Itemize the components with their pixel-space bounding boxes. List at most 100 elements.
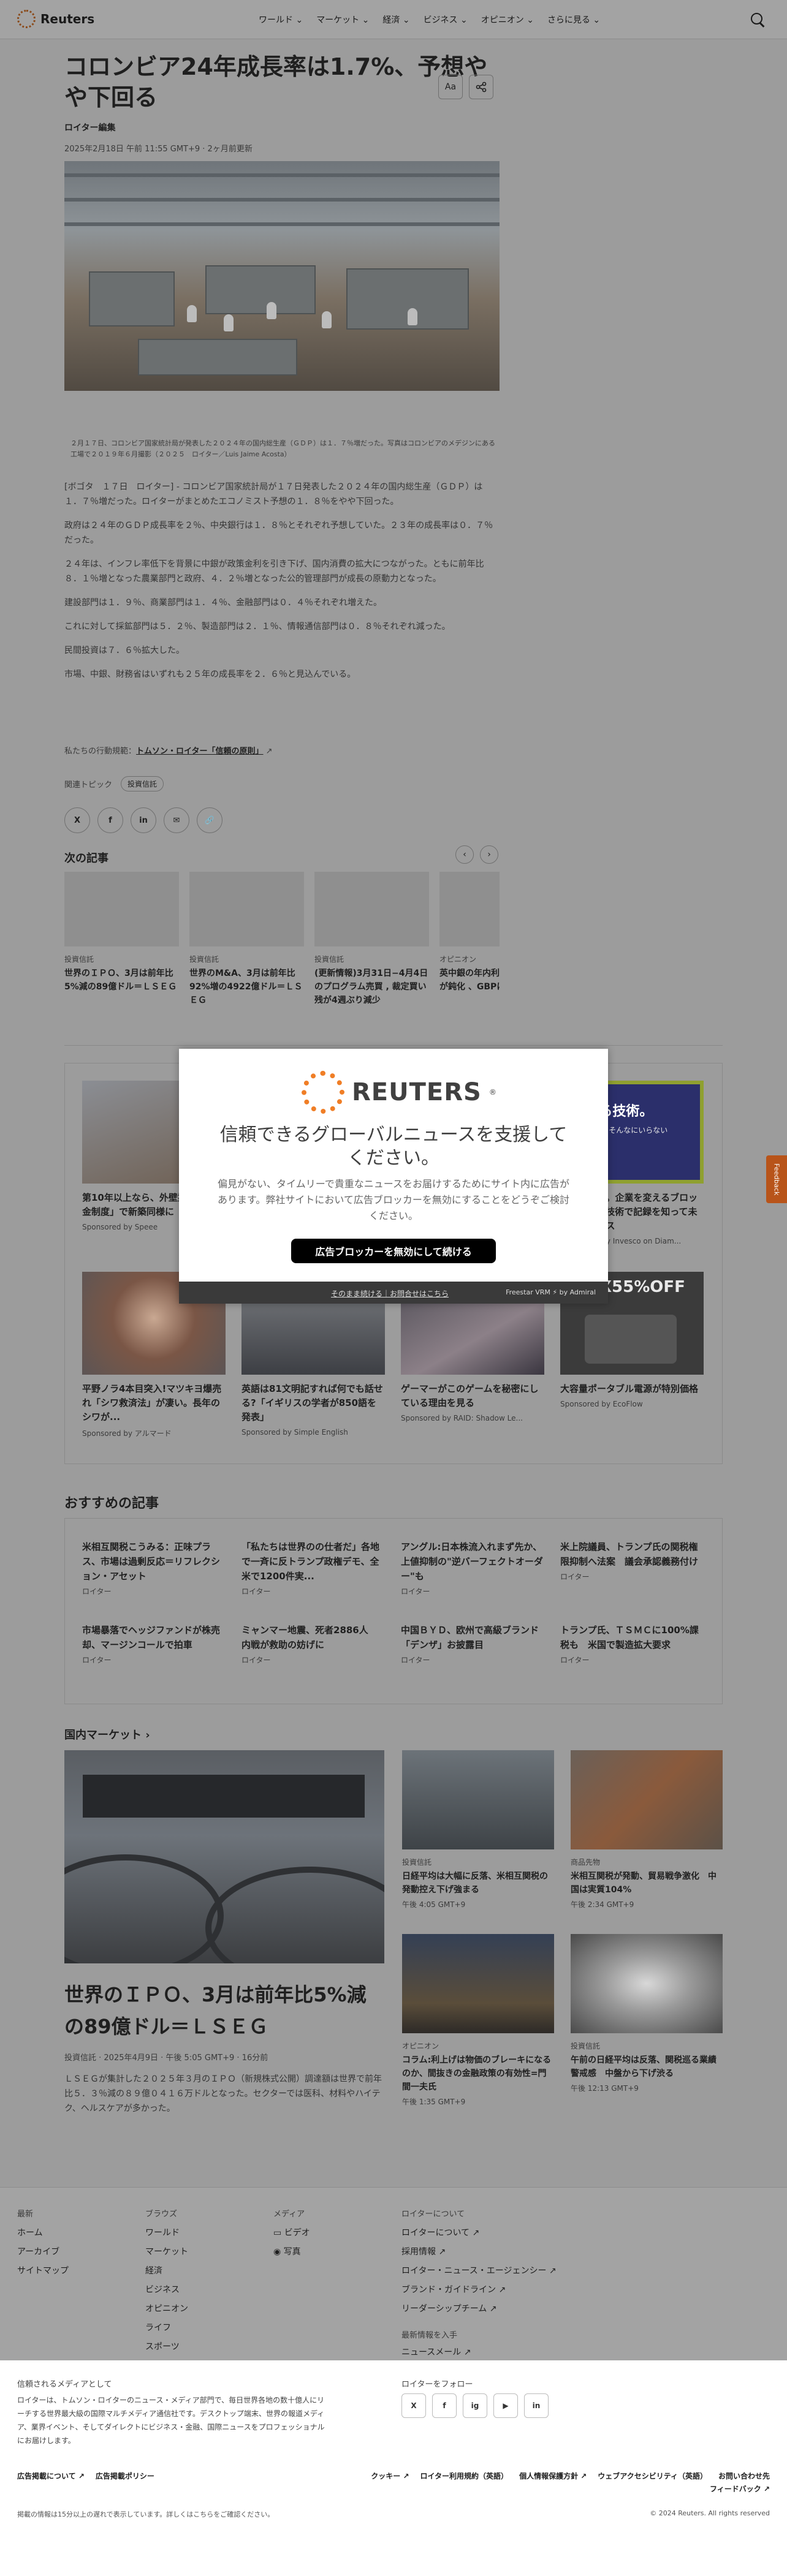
recommended-item[interactable]: 中国ＢＹＤ、欧州で高級ブランド「デンザ」お披露目 ロイター [401, 1623, 544, 1665]
nav-item-opinion[interactable]: オピニオン ⌄ [481, 13, 534, 26]
delay-notice: 掲載の情報は15分以上の遅れで表示しています。詳しくはこちらをご確認ください。 [17, 2510, 275, 2518]
market-card[interactable]: 投資信託 午前の日経平均は反落、関税巡る業績警戒感 中盤から下げ渋る 午後 12… [571, 1934, 723, 2093]
footer-link[interactable]: マーケット [145, 2243, 188, 2262]
article-hero-image[interactable] [64, 161, 500, 391]
article-author[interactable]: ロイター編集 [64, 121, 500, 134]
footer-legal-link[interactable]: 広告掲載ポリシー [96, 2471, 154, 2481]
footer-link[interactable]: ▭ ビデオ [273, 2224, 310, 2243]
next-article-card[interactable]: 投資信託 世界のM&A、3月は前年比92%増の4922億ドル＝ＬＳＥＧ [189, 872, 304, 1013]
footer-follow-heading: ロイターをフォロー [401, 2380, 473, 2389]
next-article-thumbnail [314, 872, 429, 946]
video-icon: ▭ [273, 2228, 284, 2238]
footer-legal-link[interactable]: クッキー ↗ [371, 2471, 409, 2481]
footer-link[interactable]: スポーツ [145, 2338, 188, 2357]
email-share-icon[interactable]: ✉ [164, 807, 189, 833]
carousel-controls: ‹ › [455, 845, 498, 864]
market-card-image [571, 1934, 723, 2033]
recommended-item[interactable]: トランプ氏、ＴＳＭＣに100%課税も 米国で製造拡大要求 ロイター [560, 1623, 704, 1665]
footer-column-browse: ブラウズ ワールド マーケット 経済 ビジネス オピニオン ライフ スポーツ [145, 2205, 188, 2357]
market-card-image [402, 1934, 554, 2033]
recommended-title: おすすめの記事 [64, 1496, 159, 1511]
text-size-button[interactable]: Aa [438, 75, 463, 99]
nav-item-more[interactable]: さらに見る ⌄ [547, 13, 600, 26]
modal-subtext: 偏見がない、タイムリーで貴重なニュースをお届けするためにサイト内に広告があります… [217, 1178, 570, 1222]
footer-link[interactable]: 経済 [145, 2262, 188, 2281]
footer-link[interactable]: ◉ 写真 [273, 2243, 310, 2262]
footer-legal-link[interactable]: 個人情報保護方針 ↗ [519, 2471, 587, 2481]
share-bar: X f in ✉ 🔗 [64, 807, 222, 833]
market-card[interactable]: 投資信託 日経平均は大幅に反落、米相互関税の発動控え下げ強まる 午後 4:05 … [402, 1750, 554, 1909]
footer-legal-link[interactable]: 広告掲載について ↗ [17, 2471, 85, 2481]
footer-link[interactable]: ブランド・ガイドライン ↗ [401, 2281, 557, 2300]
article-header: コロンビア24年成長率は1.7%、予想やや下回る ロイター編集 2025年2月1… [64, 51, 500, 154]
footer-legal-link[interactable]: お問い合わせ先 [718, 2471, 770, 2481]
article-paragraph: 建設部門は１．９％、商業部門は１．４％、金融部門は０．４％それぞれ増えた。 [64, 598, 382, 608]
recommended-item[interactable]: 「私たちは世界のの仕者だ」各地で一斉に反トランプ政権デモ、全米で1200件実..… [241, 1539, 385, 1596]
social-links: X f ig ▶ in [401, 2393, 549, 2418]
markets-section-title[interactable]: 国内マーケット › [64, 1726, 150, 1742]
footer-legal-link[interactable]: フィードバック ↗ [710, 2483, 770, 2494]
recommended-item[interactable]: 市場暴落でヘッジファンドが株売却、マージンコールで拍車 ロイター [82, 1623, 226, 1665]
footer-column-latest: 最新 ホーム アーカイブ サイトマップ [17, 2205, 69, 2281]
footer-link[interactable]: アーカイブ [17, 2243, 69, 2262]
recommended-item[interactable]: アングル:日本株流入れまず先か、上値抑制の"逆バーフェクトオーダー"も ロイター [401, 1539, 544, 1596]
market-card[interactable]: 商品先物 米相互関税が発動、貿易戦争激化 中国は実質104% 午後 2:34 G… [571, 1750, 723, 1909]
footer-link[interactable]: ワールド [145, 2224, 188, 2243]
disable-adblock-button[interactable]: 広告ブロッカーを無効にして続ける [291, 1239, 496, 1263]
footer-link[interactable]: サイトマップ [17, 2262, 69, 2281]
next-article-card[interactable]: 投資信託 (更新情報)3月31日−4月4日のプログラム売買 , 裁定買い残が4週… [314, 872, 429, 1013]
related-topics: 関連トピック 投資信託 [64, 776, 164, 791]
footer-link[interactable]: ロイター・ニュース・エージェンシー ↗ [401, 2262, 557, 2281]
modal-footer-links[interactable]: そのまま続ける｜お問合せはこちら [331, 1288, 449, 1299]
newsletter-link[interactable]: ニュースメール ↗ [401, 2346, 471, 2358]
chevron-left-icon[interactable]: ‹ [455, 845, 474, 864]
market-card[interactable]: オピニオン コラム:利上げは物価のブレーキになるのか、間抜きの金融政策の有効性=… [402, 1934, 554, 2107]
nav-item-world[interactable]: ワールド ⌄ [259, 13, 303, 26]
footer-link[interactable]: ビジネス [145, 2281, 188, 2300]
reuters-logo[interactable]: Reuters [17, 10, 94, 28]
footer-legal-link[interactable]: ロイター利用規約（英語） [420, 2471, 509, 2481]
copy-link-icon[interactable]: 🔗 [197, 807, 222, 833]
x-icon[interactable]: X [401, 2393, 426, 2418]
footer-link[interactable]: ホーム [17, 2224, 69, 2243]
nav-item-economy[interactable]: 経済 ⌄ [382, 13, 409, 26]
search-icon[interactable] [749, 11, 766, 28]
markets-lead-headline[interactable]: 世界のＩＰＯ、3月は前年比5%減の89億ドル＝ＬＳＥＧ [64, 1979, 384, 2042]
reuters-logo-icon [17, 10, 36, 28]
footer-legal-link[interactable]: ウェブアクセシビリティ（英語） [598, 2471, 707, 2481]
linkedin-share-icon[interactable]: in [131, 807, 156, 833]
recommended-item[interactable]: 米相互関税こうみる：正味プラス、市場は過剰反応＝リフレクション・アセット ロイタ… [82, 1539, 226, 1596]
share-icon[interactable] [469, 75, 493, 99]
nav-item-markets[interactable]: マーケット ⌄ [316, 13, 369, 26]
recommended-item[interactable]: ミャンマー地震、死者2886人 内戦が救助の妨げに ロイター [241, 1623, 385, 1665]
market-card-image [571, 1750, 723, 1849]
footer-link[interactable]: オピニオン [145, 2300, 188, 2319]
youtube-icon[interactable]: ▶ [493, 2393, 518, 2418]
instagram-icon[interactable]: ig [463, 2393, 487, 2418]
linkedin-icon[interactable]: in [524, 2393, 549, 2418]
next-article-card[interactable]: 投資信託 世界のＩＰＯ、3月は前年比5%減の89億ドル＝ＬＳＥＧ [64, 872, 179, 1013]
article-paragraph: 市場、中銀、財務省はいずれも２５年の成長率を２．６％と見込んでいる。 [64, 670, 356, 679]
chevron-right-icon[interactable]: › [480, 845, 498, 864]
nav-item-business[interactable]: ビジネス ⌄ [424, 13, 468, 26]
facebook-share-icon[interactable]: f [97, 807, 123, 833]
article-body: [ボゴタ １７日 ロイター] - コロンビア国家統計局が１７日発表した２０２４年… [64, 480, 500, 691]
footer-link[interactable]: 採用情報 ↗ [401, 2243, 557, 2262]
next-article-card[interactable]: オピニオン 英中銀の年内利下げ織り込みが鈍化 、GBPに拡大 [439, 872, 500, 1013]
camera-icon: ◉ [273, 2247, 284, 2257]
page: Reuters ワールド ⌄ マーケット ⌄ 経済 ⌄ ビジネス ⌄ オピニオン… [0, 0, 787, 2576]
feedback-tab[interactable]: Feedback [766, 1155, 787, 1203]
footer-link[interactable]: リーダーシップチーム ↗ [401, 2300, 557, 2319]
adblock-modal: REUTERS ® 信頼できるグローバルニュースを支援してください。 偏見がない、… [179, 1049, 608, 1304]
trust-principles-link[interactable]: トムソン・ロイター「信頼の原則」 [136, 747, 263, 756]
next-article-thumbnail [189, 872, 304, 946]
modal-footer: そのまま続ける｜お問合せはこちら Freestar VRM ⚡ by Admir… [179, 1282, 608, 1304]
footer-link[interactable]: ライフ [145, 2319, 188, 2338]
x-share-icon[interactable]: X [64, 807, 90, 833]
facebook-icon[interactable]: f [432, 2393, 457, 2418]
topics-label: 関連トピック [64, 780, 113, 790]
markets-lead-image[interactable] [64, 1750, 384, 1963]
recommended-item[interactable]: 米上院議員、トランプ氏の関税権限抑制へ法案 議会承認義務付け ロイター [560, 1539, 704, 1582]
topic-chip[interactable]: 投資信託 [121, 776, 164, 791]
footer-link[interactable]: ロイターについて ↗ [401, 2224, 557, 2243]
